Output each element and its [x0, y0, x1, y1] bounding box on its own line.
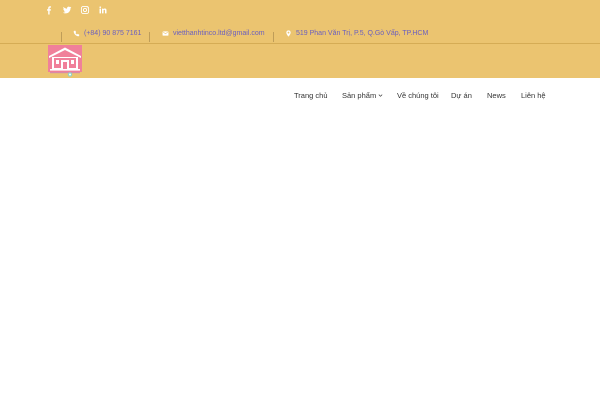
nav-item-label: Trang chủ — [294, 91, 328, 100]
nav-item-label: Dự án — [451, 91, 472, 100]
email-address: vietthanhtinco.ltd@gmail.com — [173, 29, 265, 37]
nav-item-label: Sản phẩm — [342, 91, 377, 100]
divider — [61, 32, 62, 42]
page-content — [0, 116, 600, 400]
divider — [273, 32, 274, 42]
nav-item-contact[interactable]: Liên hệ — [521, 91, 546, 100]
envelope-icon — [162, 30, 169, 37]
contact-email[interactable]: vietthanhtinco.ltd@gmail.com — [162, 28, 265, 38]
social-links — [44, 5, 108, 15]
nav-item-projects[interactable]: Dự án — [451, 91, 472, 100]
nav-item-label: Về chúng tôi — [397, 91, 439, 100]
nav-item-products[interactable]: Sản phẩm — [342, 91, 383, 100]
phone-number: (+84) 90 875 7161 — [84, 29, 142, 37]
instagram-icon[interactable] — [80, 5, 90, 15]
nav-item-label: Liên hệ — [521, 91, 546, 100]
linkedin-icon[interactable] — [98, 5, 108, 15]
nav-item-about[interactable]: Về chúng tôi — [397, 91, 439, 100]
nav-item-home[interactable]: Trang chủ — [294, 91, 328, 100]
phone-icon — [73, 30, 80, 37]
divider — [149, 32, 150, 42]
nav-item-label: News — [487, 91, 506, 100]
chevron-down-icon — [378, 93, 383, 98]
top-bar: (+84) 90 875 7161 vietthanhtinco.ltd@gma… — [0, 0, 600, 78]
contact-phone[interactable]: (+84) 90 875 7161 — [73, 28, 141, 38]
house-logo-icon — [46, 44, 84, 78]
facebook-icon[interactable] — [44, 5, 54, 15]
contact-address[interactable]: 519 Phan Văn Trị, P.5, Q.Gò Vấp, TP.HCM — [285, 28, 428, 38]
divider — [0, 43, 600, 44]
site-logo[interactable] — [46, 44, 84, 78]
nav-item-news[interactable]: News — [487, 91, 506, 100]
main-nav: Trang chủ Sản phẩm Về chúng tôi Dự án Ne… — [0, 78, 600, 116]
map-pin-icon — [285, 29, 292, 37]
street-address: 519 Phan Văn Trị, P.5, Q.Gò Vấp, TP.HCM — [296, 29, 429, 37]
twitter-icon[interactable] — [62, 5, 72, 15]
